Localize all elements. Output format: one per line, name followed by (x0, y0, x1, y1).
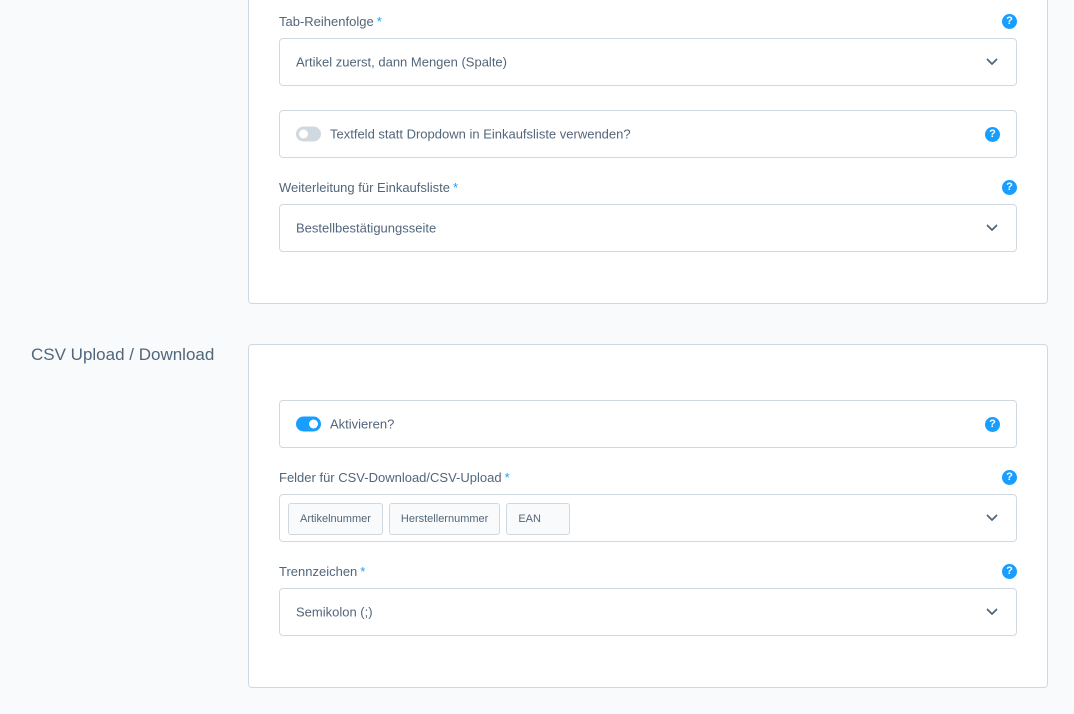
chevron-down-icon (986, 608, 998, 615)
textfield-toggle-switch[interactable] (296, 126, 321, 142)
activate-toggle-label: Aktivieren? (330, 416, 395, 432)
csv-fields-multiselect[interactable]: Artikelnummer Herstellernummer EAN (279, 494, 1017, 542)
required-marker: * (453, 180, 459, 195)
chevron-down-icon (986, 514, 998, 521)
help-icon[interactable]: ? (985, 127, 1000, 142)
tab-order-value: Artikel zuerst, dann Mengen (Spalte) (296, 54, 507, 70)
textfield-toggle-label: Textfeld statt Dropdown in Einkaufsliste… (330, 126, 631, 142)
tag-item[interactable]: Herstellernummer (388, 503, 501, 535)
required-marker: * (504, 470, 510, 485)
csv-fields-label: Felder für CSV-Download/CSV-Upload * (279, 470, 510, 485)
help-icon[interactable]: ? (1002, 564, 1017, 579)
toggle-knob (299, 129, 308, 139)
activate-toggle-switch[interactable] (296, 416, 321, 432)
redirect-select[interactable]: Bestellbestätigungsseite (279, 204, 1017, 252)
help-icon[interactable]: ? (1002, 14, 1017, 29)
shopping-list-settings-card: Tab-Reihenfolge * ? Artikel zuerst, dann … (248, 0, 1048, 304)
help-icon[interactable]: ? (985, 417, 1000, 432)
required-marker: * (360, 564, 366, 579)
redirect-value: Bestellbestätigungsseite (296, 220, 437, 236)
tab-order-label: Tab-Reihenfolge * (279, 14, 382, 29)
toggle-knob (309, 419, 318, 429)
chevron-down-icon (986, 224, 998, 231)
csv-section-title: CSV Upload / Download (31, 345, 215, 364)
chevron-down-icon (986, 58, 998, 65)
help-icon[interactable]: ? (1002, 180, 1017, 195)
activate-toggle-field: Aktivieren? ? (279, 400, 1017, 448)
tag-item[interactable]: Artikelnummer (288, 503, 383, 535)
separator-select[interactable]: Semikolon (;) (279, 588, 1017, 636)
separator-label: Trennzeichen * (279, 564, 366, 579)
required-marker: * (376, 14, 382, 29)
selected-tags: Artikelnummer Herstellernummer EAN (288, 503, 570, 535)
help-icon[interactable]: ? (1002, 470, 1017, 485)
separator-value: Semikolon (;) (296, 604, 373, 620)
tab-order-select[interactable]: Artikel zuerst, dann Mengen (Spalte) (279, 38, 1017, 86)
tag-item[interactable]: EAN (506, 503, 570, 535)
csv-settings-card: Aktivieren? ? Felder für CSV-Download/CS… (248, 344, 1048, 688)
textfield-toggle-field: Textfeld statt Dropdown in Einkaufsliste… (279, 110, 1017, 158)
redirect-label: Weiterleitung für Einkaufsliste * (279, 180, 459, 195)
